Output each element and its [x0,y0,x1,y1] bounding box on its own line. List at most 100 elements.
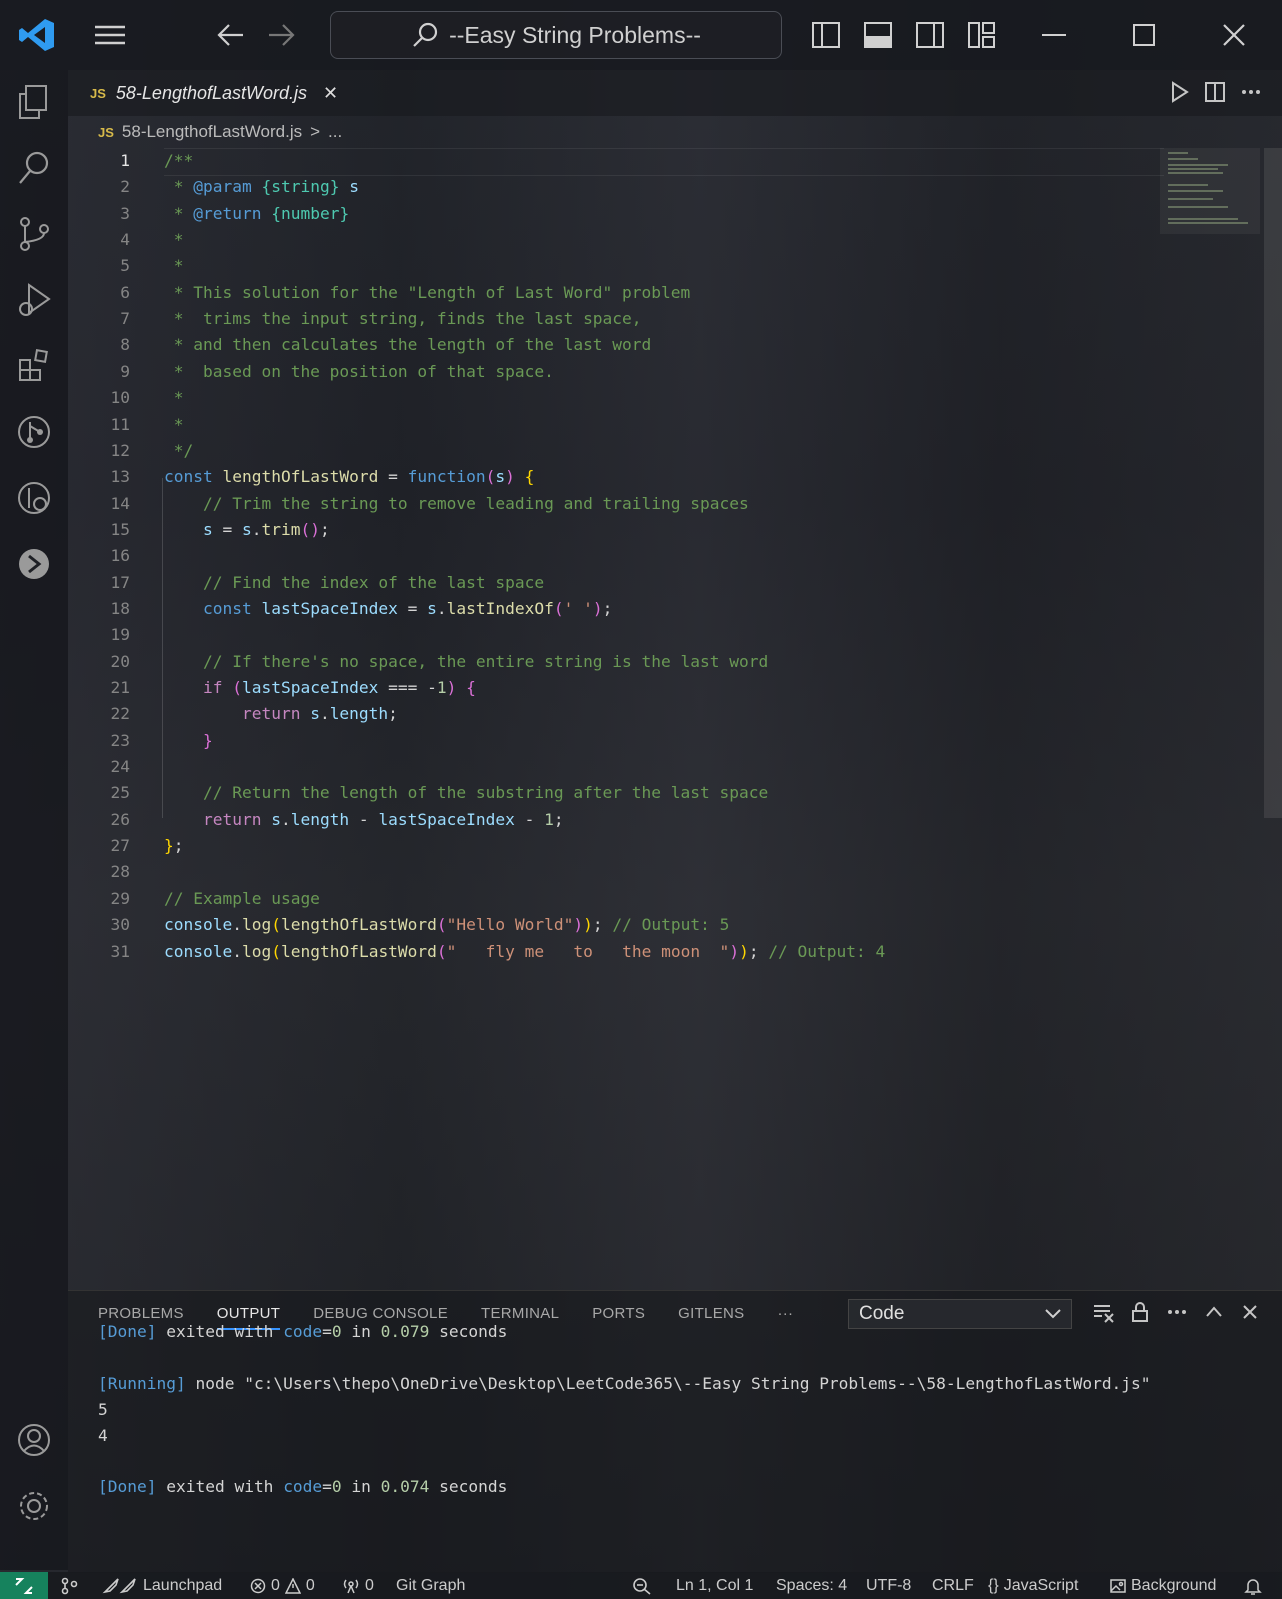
code-line[interactable]: 4 * [68,227,1168,253]
explorer-icon[interactable] [14,82,54,122]
close-panel-icon[interactable] [1240,1301,1260,1323]
maximize-icon[interactable] [1124,17,1164,53]
run-debug-icon[interactable] [14,280,54,320]
code-token: {number} [271,203,350,223]
breadcrumb-more[interactable]: ... [328,122,342,142]
menu-icon[interactable] [90,17,130,53]
output-token: = [322,1477,332,1497]
clear-output-icon[interactable] [1092,1301,1114,1323]
panel-more-tabs[interactable]: ··· [777,1305,793,1330]
code-line[interactable]: 2 * @param {string} s [68,174,1168,200]
launchpad-status[interactable]: Launchpad [102,1572,222,1599]
code-line[interactable]: 13 const lengthOfLastWord = function(s) { [68,464,1168,490]
code-line[interactable]: 11 * [68,412,1168,438]
code-line[interactable]: 22 return s.length; [68,701,1168,727]
code-line[interactable]: 9 * based on the position of that space. [68,359,1168,385]
status-bar: Launchpad 0 0 0 Git Graph Ln 1, Col 1 Sp… [0,1572,1282,1599]
ports-status[interactable]: 0 [342,1572,374,1599]
code-line[interactable]: 5 * [68,253,1168,279]
tab-ports[interactable]: PORTS [592,1305,645,1330]
output-channel-select[interactable]: Code [848,1299,1072,1329]
forward-arrow-icon[interactable] [262,17,302,53]
gitlens-icon[interactable] [14,478,54,518]
line-number: 10 [110,388,131,408]
code-line[interactable]: 17 // Find the index of the last space [68,570,1168,596]
toggle-secondary-sidebar-icon[interactable] [910,17,950,53]
toggle-primary-sidebar-icon[interactable] [806,17,846,53]
customize-layout-icon[interactable] [962,17,1002,53]
editor-scrollbar[interactable] [1264,148,1282,818]
code-token: ) [592,598,603,618]
code-line[interactable]: 25 // Return the length of the substring… [68,780,1168,806]
close-window-icon[interactable] [1214,17,1254,53]
code-token: . [232,941,242,961]
search-view-icon[interactable] [14,148,54,188]
code-line[interactable]: 8 * and then calculates the length of th… [68,332,1168,358]
maximize-panel-icon[interactable] [1204,1301,1224,1323]
run-code-icon[interactable] [1168,80,1190,104]
gitlens-inspect-icon[interactable] [14,544,54,584]
code-token: */ [164,440,194,460]
background-status[interactable]: Background [1110,1572,1216,1599]
code-line[interactable]: 15 s = s.trim(); [68,517,1168,543]
tab-close-icon[interactable]: ✕ [323,83,338,104]
code-line[interactable]: 10 * [68,385,1168,411]
git-graph-status[interactable]: Git Graph [396,1572,465,1599]
extensions-icon[interactable] [14,346,54,386]
lock-scroll-icon[interactable] [1130,1301,1150,1323]
code-line[interactable]: 1 /** [68,148,1168,176]
remote-indicator-icon[interactable] [0,1572,48,1599]
source-control-status-icon[interactable] [60,1572,78,1599]
minimap[interactable] [1160,148,1260,234]
code-line[interactable]: 26 return s.length - lastSpaceIndex - 1; [68,807,1168,833]
output-token: exited with [156,1477,284,1497]
zoom-out-icon[interactable] [632,1572,652,1599]
git-graph-icon[interactable] [14,412,54,452]
code-line[interactable]: 28 [68,859,1168,885]
code-line[interactable]: 3 * @return {number} [68,201,1168,227]
problems-status[interactable]: 0 0 [250,1572,315,1599]
split-editor-icon[interactable] [1204,80,1226,104]
code-line[interactable]: 6 * This solution for the "Length of Las… [68,280,1168,306]
more-actions-icon[interactable] [1240,80,1262,104]
language-mode[interactable]: {} JavaScript [988,1572,1078,1599]
tab-58-lengthoflastword[interactable]: JS 58-LengthofLastWord.js ✕ [90,70,338,116]
settings-gear-icon[interactable] [14,1486,54,1526]
source-control-icon[interactable] [14,214,54,254]
code-line[interactable]: 18 const lastSpaceIndex = s.lastIndexOf(… [68,596,1168,622]
toggle-panel-icon[interactable] [858,17,898,53]
code-text: const lengthOfLastWord = function(s) { [164,464,534,490]
output-token: 0.074 [380,1477,430,1497]
end-of-line[interactable]: CRLF [932,1572,974,1599]
code-line[interactable]: 21 if (lastSpaceIndex === -1) { [68,675,1168,701]
account-icon[interactable] [14,1420,54,1460]
code-line[interactable]: 14 // Trim the string to remove leading … [68,491,1168,517]
code-line[interactable]: 16 [68,543,1168,569]
minimize-icon[interactable] [1034,17,1074,53]
code-line[interactable]: 23 } [68,728,1168,754]
code-token: - [349,809,379,829]
tab-gitlens[interactable]: GITLENS [678,1305,744,1330]
code-line[interactable]: 24 [68,754,1168,780]
code-line[interactable]: 19 [68,622,1168,648]
cursor-position[interactable]: Ln 1, Col 1 [676,1572,753,1599]
notifications-bell-icon[interactable] [1244,1572,1262,1599]
code-line[interactable]: 31 console.log(lengthOfLastWord(" fly me … [68,939,1168,965]
ports-count: 0 [365,1576,374,1594]
code-line[interactable]: 29 // Example usage [68,886,1168,912]
output-channel-value: Code [859,1303,905,1324]
code-line[interactable]: 30 console.log(lengthOfLastWord("Hello Wo… [68,912,1168,938]
code-token: lastIndexOf [446,598,554,618]
code-line[interactable]: 7 * trims the input string, finds the la… [68,306,1168,332]
code-line[interactable]: 12 */ [68,438,1168,464]
current-line-highlight [164,148,1164,176]
code-line[interactable]: 20 // If there's no space, the entire st… [68,649,1168,675]
breadcrumb-file[interactable]: 58-LengthofLastWord.js [122,122,302,142]
encoding[interactable]: UTF-8 [866,1572,911,1599]
command-center-search[interactable]: --Easy String Problems-- [330,11,782,59]
code-editor[interactable]: 1/** 2 * @param {string} s3 * @return {nu… [68,148,1282,1278]
code-line[interactable]: 27}; [68,833,1168,859]
back-arrow-icon[interactable] [210,17,250,53]
indentation[interactable]: Spaces: 4 [776,1572,847,1599]
panel-more-icon[interactable] [1166,1301,1188,1323]
